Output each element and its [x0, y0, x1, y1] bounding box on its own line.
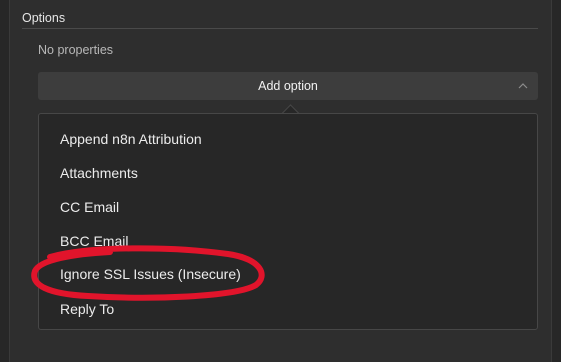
options-panel: Options No properties Add option Append … — [0, 0, 561, 362]
menu-item-attachments[interactable]: Attachments — [60, 165, 138, 181]
menu-item-ignore-ssl-issues[interactable]: Ignore SSL Issues (Insecure) — [60, 266, 241, 282]
add-option-label: Add option — [258, 79, 318, 93]
menu-item-cc-email[interactable]: CC Email — [60, 199, 119, 215]
menu-item-reply-to[interactable]: Reply To — [60, 301, 114, 317]
add-option-button[interactable]: Add option — [38, 72, 538, 100]
menu-item-bcc-email[interactable]: BCC Email — [60, 233, 128, 249]
chevron-up-icon — [518, 83, 528, 89]
menu-item-append-n8n-attribution[interactable]: Append n8n Attribution — [60, 131, 202, 147]
section-divider — [22, 28, 538, 29]
empty-state-text: No properties — [38, 43, 114, 57]
right-panel-edge — [551, 0, 561, 362]
left-panel-edge — [0, 0, 10, 362]
options-dropdown-menu: Append n8n Attribution Attachments CC Em… — [38, 113, 538, 330]
section-title: Options — [22, 11, 66, 25]
